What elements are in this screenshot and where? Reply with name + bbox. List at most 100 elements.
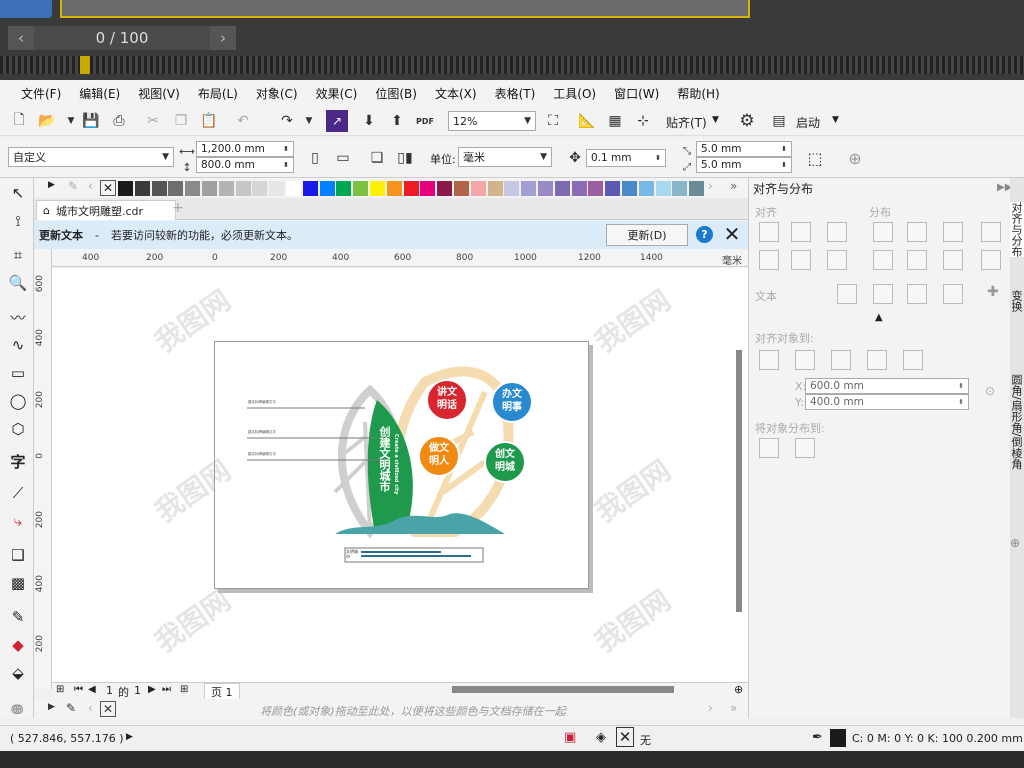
distribute-spacing-h-icon[interactable] [981,222,1001,242]
color-swatch[interactable] [638,181,655,196]
color-swatch[interactable] [202,181,218,196]
color-swatch[interactable] [672,181,689,196]
align-x-field[interactable]: 600.0 mm ⬍ [805,378,969,394]
text-bounding-box-icon[interactable] [907,284,927,304]
color-swatch[interactable] [386,181,403,196]
color-swatch[interactable] [370,181,386,196]
horizontal-scrollbar[interactable] [452,686,674,693]
expand-icon[interactable]: » [730,701,737,715]
color-swatch[interactable] [470,181,487,196]
color-swatch[interactable] [269,181,286,196]
vertical-ruler[interactable]: 600 400 200 0 200 400 200 [34,249,52,689]
grid-icon[interactable]: ▦ [604,110,626,132]
color-swatch[interactable] [286,181,302,196]
color-swatch[interactable] [218,181,235,196]
menu-help[interactable]: 帮助(H) [668,85,728,102]
redo-dropdown-icon[interactable]: ▼ [298,110,320,132]
distribute-center-v-icon[interactable] [907,250,927,270]
blue-button[interactable] [0,0,52,18]
zoom-level-combo[interactable]: 12% ▼ [448,111,536,131]
paste-icon[interactable]: 📋 [198,110,220,132]
distribute-top-icon[interactable] [873,250,893,270]
undo-icon[interactable]: ↶ [232,110,254,132]
scroll-right-icon[interactable]: › [708,701,713,715]
page-width-field[interactable]: 1,200.0 mm ⬍ [196,141,294,157]
status-arrow-icon[interactable]: ▶ [126,732,133,742]
color-swatch[interactable] [118,181,134,196]
align-center-v-icon[interactable] [791,250,811,270]
menu-layout[interactable]: 布局(L) [189,85,247,102]
snap-dropdown-icon[interactable]: ▼ [712,115,719,125]
color-swatch[interactable] [336,181,353,196]
color-swatch[interactable] [689,181,706,196]
add-guide-icon[interactable]: ✚ [987,284,999,300]
guidelines-icon[interactable]: ⊹ [632,110,654,132]
distribute-selection-icon[interactable] [759,438,779,458]
side-tab-align[interactable]: 对齐与分布 [1010,202,1024,257]
publish-pdf-icon[interactable]: PDF [414,110,436,132]
pager-prev-button[interactable]: ‹ [8,26,34,50]
align-left-icon[interactable] [759,222,779,242]
color-swatch[interactable] [134,181,151,196]
snap-to-menu[interactable]: 贴齐(T) [666,114,707,131]
spinner-icon[interactable]: ⬍ [781,161,787,169]
menu-window[interactable]: 窗口(W) [605,85,668,102]
color-swatch[interactable] [168,181,185,196]
outline-pen-icon[interactable]: ✒ [812,730,823,745]
shape-tool-icon[interactable]: ⟟ [7,210,29,232]
palette-expand-icon[interactable]: » [730,179,737,193]
text-last-line-icon[interactable] [873,284,893,304]
vertical-scrollbar[interactable] [736,350,742,612]
freehand-tool-icon[interactable]: 〰 [7,306,29,328]
menu-bitmaps[interactable]: 位图(B) [366,85,426,102]
next-page-icon[interactable]: ▶ [148,684,156,695]
spinner-icon[interactable]: ⬍ [958,398,964,406]
color-swatch[interactable] [554,181,571,196]
export-icon[interactable]: ⬆ [386,110,408,132]
align-bottom-icon[interactable] [827,250,847,270]
menu-file[interactable]: 文件(F) [12,85,70,102]
portrait-icon[interactable]: ▯ [304,147,326,169]
color-swatch[interactable] [252,181,269,196]
page-center-icon[interactable] [831,350,851,370]
distribute-bottom-icon[interactable] [943,250,963,270]
no-fill-swatch[interactable]: ✕ [100,180,116,196]
distribute-page-icon[interactable] [795,438,815,458]
rulers-icon[interactable]: 📐 [576,110,598,132]
cut-icon[interactable]: ✂ [142,110,164,132]
color-swatch[interactable] [353,181,370,196]
artistic-media-tool-icon[interactable]: ∿ [7,334,29,356]
menu-edit[interactable]: 编辑(E) [70,85,129,102]
color-swatch[interactable] [420,181,437,196]
all-pages-icon[interactable]: ❏ [366,147,388,169]
interactive-fill-tool-icon[interactable]: ◆ [7,634,29,656]
nudge-distance-field[interactable]: 0.1 mm ⬍ [586,149,666,167]
parallel-dimension-tool-icon[interactable]: ⟋ [7,482,29,504]
spinner-icon[interactable]: ⬍ [655,154,661,162]
import-icon[interactable]: ⬇ [358,110,380,132]
spinner-icon[interactable]: ⬍ [283,145,289,153]
pick-tool-icon[interactable]: ↖ [7,182,29,204]
document-tab[interactable]: ⌂ 城市文明雕塑.cdr [36,200,176,220]
distribute-center-h-icon[interactable] [907,222,927,242]
side-tab-transform[interactable]: 变换 [1010,290,1024,312]
page-height-field[interactable]: 800.0 mm ⬍ [196,157,294,173]
palette-scroll-left-icon[interactable]: ‹ [88,179,93,193]
launch-dropdown-icon[interactable]: ▼ [832,115,839,125]
print-icon[interactable]: ⎙ [108,110,130,132]
crop-tool-icon[interactable]: ⌗ [7,244,29,266]
text-tool-icon[interactable]: 字 [7,450,29,472]
prev-page-icon[interactable]: ◀ [88,684,96,695]
ellipse-tool-icon[interactable]: ◯ [7,390,29,412]
color-swatch[interactable] [319,181,336,196]
color-swatch[interactable] [655,181,672,196]
menu-text[interactable]: 文本(X) [426,85,486,102]
text-outline-icon[interactable] [943,284,963,304]
first-page-icon[interactable]: ⏮ [74,684,83,695]
add-docker-plus-icon[interactable]: ⊕ [1010,536,1020,550]
color-swatch[interactable] [235,181,252,196]
color-swatch[interactable] [454,181,470,196]
page-frame-icon[interactable]: ⬚ [804,147,826,169]
save-icon[interactable]: 💾 [80,110,102,132]
update-button[interactable]: 更新(D) [606,224,688,246]
